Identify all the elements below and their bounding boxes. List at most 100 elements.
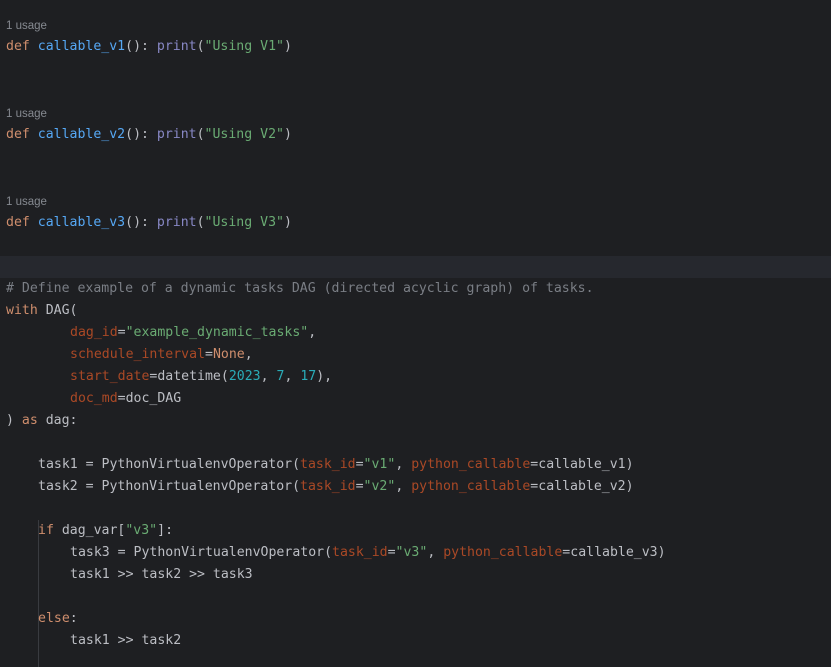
code-line-comment[interactable]: # Define example of a dynamic tasks DAG … xyxy=(6,278,594,300)
punctuation: , xyxy=(308,325,317,340)
function-name: callable_v2 xyxy=(37,127,126,142)
keyword-if: if xyxy=(38,523,54,538)
punctuation: ) xyxy=(625,479,634,494)
builtin-print: print xyxy=(156,215,197,230)
punctuation: , xyxy=(260,369,277,384)
punctuation: ( xyxy=(196,39,205,54)
string-literal: "Using V3" xyxy=(204,215,284,230)
named-argument: dag_id xyxy=(70,325,118,340)
identifier: task3 xyxy=(70,545,110,560)
function-name: callable_v3 xyxy=(37,215,126,230)
named-argument: python_callable xyxy=(411,457,531,472)
identifier: callable_v2 xyxy=(538,479,626,494)
identifier: dag: xyxy=(37,413,78,428)
code-line-def-callable-v3[interactable]: def callable_v3(): print("Using V3") xyxy=(6,212,292,234)
code-line-doc-md[interactable]: doc_md=doc_DAG xyxy=(70,388,181,410)
punctuation: (): xyxy=(125,127,157,142)
punctuation: ) xyxy=(283,39,292,54)
identifier: callable_v1 xyxy=(538,457,626,472)
code-line-def-callable-v1[interactable]: def callable_v1(): print("Using V1") xyxy=(6,36,292,58)
named-argument: python_callable xyxy=(443,545,563,560)
punctuation: = xyxy=(355,457,364,472)
code-line-else[interactable]: else: xyxy=(38,608,78,630)
punctuation: = xyxy=(355,479,364,494)
punctuation: = xyxy=(117,391,126,406)
code-line-chain-else[interactable]: task1 >> task2 xyxy=(70,630,181,652)
code-line-task2[interactable]: task2 = PythonVirtualenvOperator(task_id… xyxy=(38,476,634,498)
keyword-with: with xyxy=(6,303,38,318)
keyword-def: def xyxy=(6,215,30,230)
string-literal: "example_dynamic_tasks" xyxy=(125,325,309,340)
punctuation: = xyxy=(204,347,213,362)
function-name: callable_v1 xyxy=(37,39,126,54)
punctuation: (): xyxy=(125,215,157,230)
keyword-def: def xyxy=(6,39,30,54)
datetime-call: datetime( xyxy=(157,369,229,384)
usage-inlay-hint[interactable]: 1 usage xyxy=(6,19,47,33)
punctuation: = xyxy=(117,325,126,340)
named-argument: schedule_interval xyxy=(70,347,205,362)
operator-call: = PythonVirtualenvOperator( xyxy=(77,479,301,494)
punctuation: ) xyxy=(283,127,292,142)
keyword-else: else xyxy=(38,611,70,626)
string-literal: "v3" xyxy=(395,545,428,560)
punctuation: ) xyxy=(6,413,14,428)
code-line-task1[interactable]: task1 = PythonVirtualenvOperator(task_id… xyxy=(38,454,634,476)
code-line-task3[interactable]: task3 = PythonVirtualenvOperator(task_id… xyxy=(70,542,666,564)
code-line-if[interactable]: if dag_var["v3"]: xyxy=(38,520,173,542)
identifier: doc_DAG xyxy=(125,391,182,406)
code-line-with-dag[interactable]: with DAG( xyxy=(6,300,77,322)
named-argument: start_date xyxy=(70,369,150,384)
operator-call: = PythonVirtualenvOperator( xyxy=(77,457,301,472)
punctuation: ) xyxy=(283,215,292,230)
code-line-as-dag[interactable]: ) as dag: xyxy=(6,410,78,432)
code-editor[interactable]: 1 usage def callable_v1(): print("Using … xyxy=(0,0,831,667)
keyword-none: None xyxy=(212,347,245,362)
punctuation: , xyxy=(427,545,444,560)
punctuation: ( xyxy=(196,215,205,230)
operator-call: = PythonVirtualenvOperator( xyxy=(109,545,333,560)
builtin-print: print xyxy=(156,39,197,54)
named-argument: task_id xyxy=(300,479,356,494)
number-literal: 2023 xyxy=(228,369,261,384)
named-argument: python_callable xyxy=(411,479,531,494)
indent-guide xyxy=(38,652,39,667)
identifier: task1 xyxy=(38,457,78,472)
punctuation: : xyxy=(69,611,78,626)
usage-inlay-hint[interactable]: 1 usage xyxy=(6,107,47,121)
punctuation: ), xyxy=(316,369,333,384)
punctuation: ]: xyxy=(157,523,174,538)
punctuation: = xyxy=(387,545,396,560)
punctuation: , xyxy=(244,347,253,362)
code-line-start-date[interactable]: start_date=datetime(2023, 7, 17), xyxy=(70,366,332,388)
string-literal: "v3" xyxy=(125,523,158,538)
code-line-def-callable-v2[interactable]: def callable_v2(): print("Using V2") xyxy=(6,124,292,146)
named-argument: task_id xyxy=(332,545,388,560)
keyword-def: def xyxy=(6,127,30,142)
string-literal: "v2" xyxy=(363,479,396,494)
punctuation: ( xyxy=(196,127,205,142)
identifier: callable_v3 xyxy=(570,545,658,560)
identifier: task2 xyxy=(38,479,78,494)
keyword-as: as xyxy=(21,413,38,428)
punctuation: , xyxy=(395,457,412,472)
indent-guide xyxy=(38,520,39,667)
punctuation: , xyxy=(284,369,301,384)
punctuation: (): xyxy=(125,39,157,54)
punctuation: , xyxy=(395,479,412,494)
dag-constructor: DAG( xyxy=(37,303,78,318)
builtin-print: print xyxy=(156,127,197,142)
usage-inlay-hint[interactable]: 1 usage xyxy=(6,195,47,209)
identifier: dag_var[ xyxy=(53,523,126,538)
string-literal: "Using V1" xyxy=(204,39,284,54)
code-line-dag-id[interactable]: dag_id="example_dynamic_tasks", xyxy=(70,322,316,344)
punctuation: ) xyxy=(657,545,666,560)
current-line-highlight xyxy=(0,256,831,278)
named-argument: task_id xyxy=(300,457,356,472)
string-literal: "v1" xyxy=(363,457,396,472)
code-line-schedule-interval[interactable]: schedule_interval=None, xyxy=(70,344,253,366)
string-literal: "Using V2" xyxy=(204,127,284,142)
code-line-chain-if[interactable]: task1 >> task2 >> task3 xyxy=(70,564,253,586)
punctuation: ) xyxy=(625,457,634,472)
named-argument: doc_md xyxy=(70,391,118,406)
